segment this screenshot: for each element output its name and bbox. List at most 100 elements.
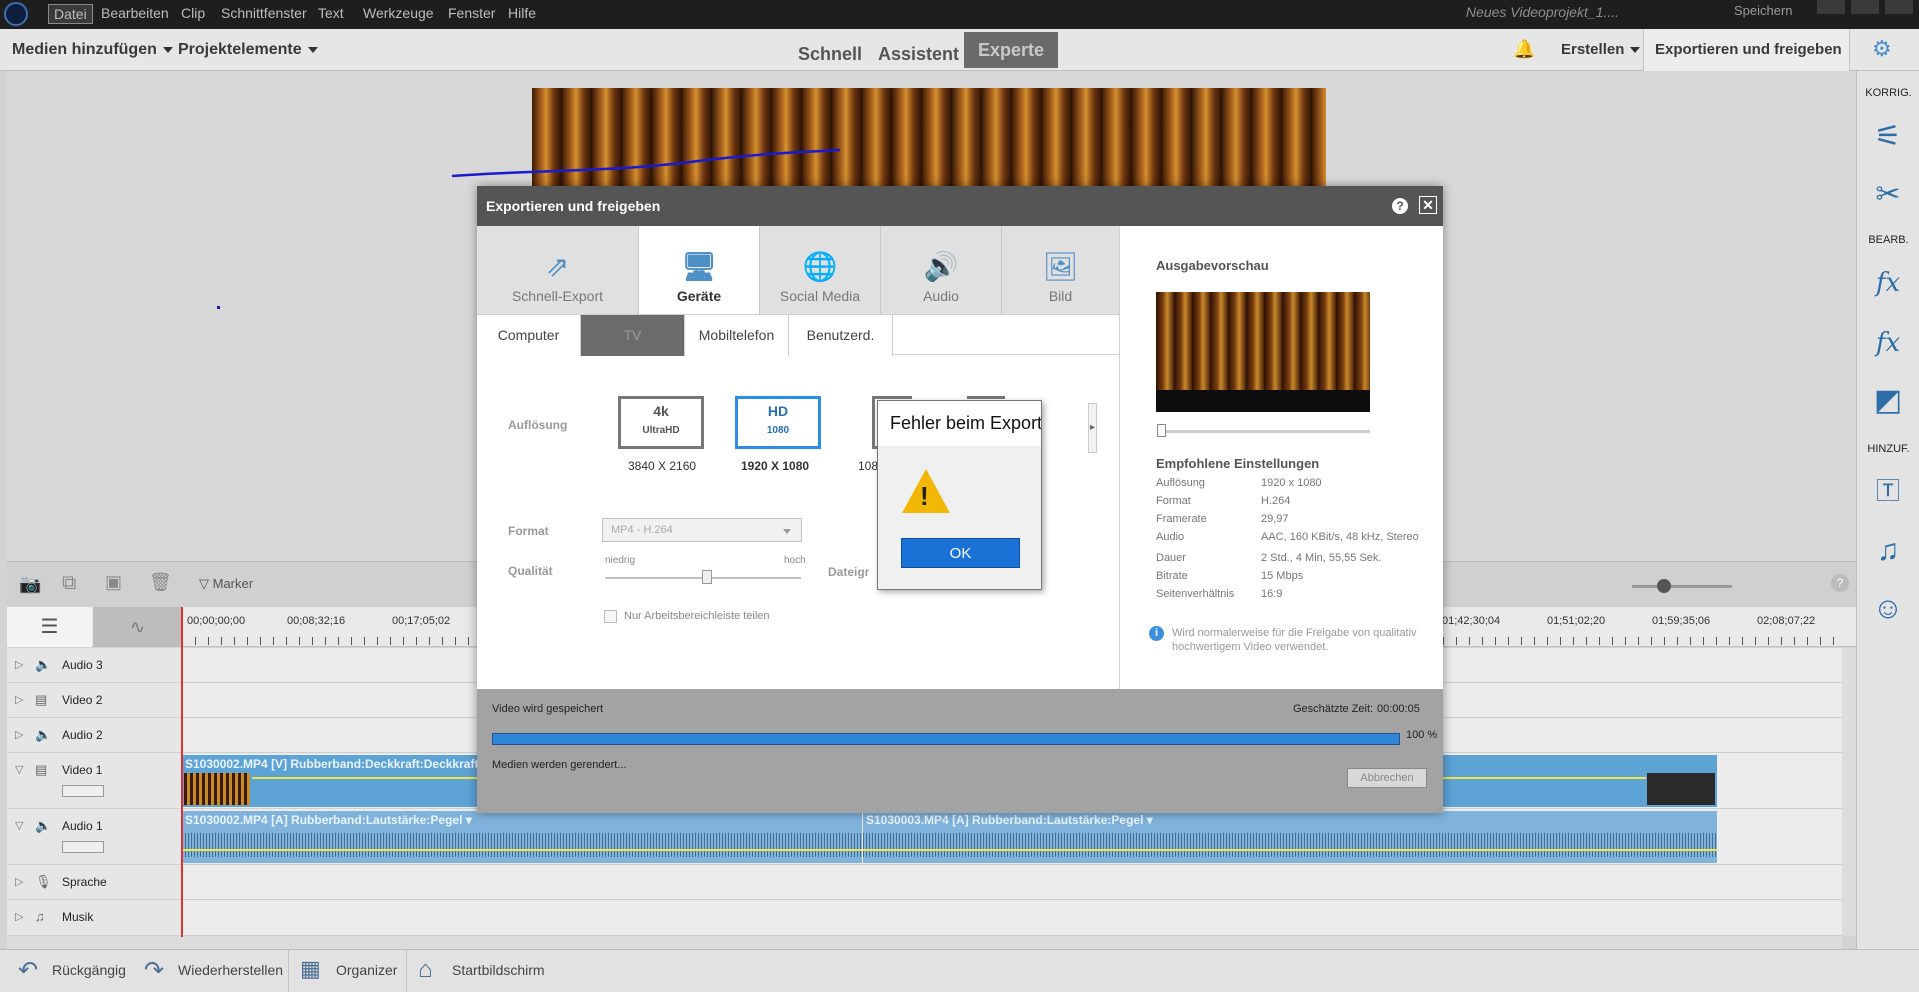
transitions-icon[interactable]: ◩ xyxy=(1870,383,1906,419)
effects-icon[interactable]: fx xyxy=(1870,325,1906,361)
tracks-view-icon[interactable]: ☰ xyxy=(7,607,92,647)
film-icon: ▤ xyxy=(35,762,48,777)
marker-dropdown[interactable]: ▽ Marker xyxy=(199,576,253,592)
speaker-icon: 🔈 xyxy=(35,657,52,672)
audio-clip[interactable]: S1030003.MP4 [A] Rubberband:Lautstärke:P… xyxy=(863,811,1717,863)
menu-werkzeuge[interactable]: Werkzeuge xyxy=(358,4,439,22)
subtab-tv[interactable]: TV xyxy=(581,315,685,356)
collapse-icon[interactable]: ▽ xyxy=(15,819,23,832)
bell-icon[interactable]: 🔔 xyxy=(1513,39,1535,60)
timeline-vertical-scrollbar[interactable] xyxy=(1842,648,1856,936)
cancel-button[interactable]: Abbrechen xyxy=(1347,768,1427,788)
menu-datei[interactable]: Datei xyxy=(48,4,93,24)
title-text-icon[interactable]: 🅃 xyxy=(1870,474,1906,510)
device-subtabs: Computer TV Mobiltelefon Benutzerd. xyxy=(477,314,1119,356)
export-share-button[interactable]: Exportieren und freigeben xyxy=(1643,29,1850,71)
keyframe-nav[interactable] xyxy=(62,841,104,853)
camera-icon[interactable]: 📷 xyxy=(19,574,41,595)
subtab-mobiltelefon[interactable]: Mobiltelefon xyxy=(685,315,789,356)
tab-social-media[interactable]: 🌐 Social Media xyxy=(760,226,881,314)
track-musik: ▷ ♫ Musik xyxy=(7,900,1842,936)
project-elements-button[interactable]: Projektelemente xyxy=(178,41,318,59)
redo-icon[interactable]: ↷ xyxy=(144,956,164,985)
playhead[interactable] xyxy=(181,607,183,937)
close-icon[interactable]: ✕ xyxy=(1419,196,1437,214)
minimize-button[interactable] xyxy=(1817,0,1845,14)
track-sprache: ▷ 🎙 Sprache xyxy=(7,865,1842,900)
music-icon[interactable]: ♫ xyxy=(1870,533,1906,569)
resolution-4k[interactable]: 4k UltraHD xyxy=(618,396,704,449)
save-button[interactable]: Speichern xyxy=(1734,3,1793,18)
tab-audio[interactable]: 🔊 Audio xyxy=(881,226,1002,314)
gear-icon[interactable]: ⚙ xyxy=(1872,36,1892,62)
timeline-horizontal-scrollbar[interactable] xyxy=(7,936,1842,949)
tools-icon[interactable]: ✂ xyxy=(1870,177,1906,213)
redo-button[interactable]: Wiederherstellen xyxy=(178,962,283,978)
marker-label: Marker xyxy=(212,576,254,591)
scroll-right-icon[interactable]: ▸ xyxy=(1088,403,1097,453)
dialog-titlebar: Exportieren und freigeben ? ✕ xyxy=(477,186,1443,226)
expand-icon[interactable]: ▷ xyxy=(15,910,23,923)
home-button[interactable]: Startbildschirm xyxy=(452,962,545,978)
adjust-sliders-icon[interactable]: ⚟ xyxy=(1870,119,1906,155)
track-name: Audio 1 xyxy=(62,819,103,833)
help-icon[interactable]: ? xyxy=(1831,574,1849,592)
effects-edit-icon[interactable]: fx xyxy=(1870,265,1906,301)
resolution-hd[interactable]: HD 1080 xyxy=(735,396,821,449)
format-select[interactable]: MP4 - H.264 xyxy=(602,518,802,542)
tab-label: Bild xyxy=(1048,288,1073,304)
rubberband-line[interactable] xyxy=(182,849,862,851)
menu-bearbeiten[interactable]: Bearbeiten xyxy=(96,4,174,22)
audio-clip[interactable]: S1030002.MP4 [A] Rubberband:Lautstärke:P… xyxy=(182,811,862,863)
expand-icon[interactable]: ▷ xyxy=(15,875,23,888)
menu-schnittfenster[interactable]: Schnittfenster xyxy=(216,4,312,22)
workarea-checkbox[interactable] xyxy=(604,610,617,623)
annotation-dot xyxy=(217,306,220,309)
undo-button[interactable]: Rückgängig xyxy=(52,962,126,978)
help-icon[interactable]: ? xyxy=(1392,198,1408,214)
collapse-icon[interactable]: ▽ xyxy=(15,763,23,776)
add-media-button[interactable]: Medien hinzufügen xyxy=(12,41,173,59)
organizer-button[interactable]: Organizer xyxy=(336,962,397,978)
tab-schnell-export[interactable]: ⇗ Schnell-Export xyxy=(477,226,639,314)
zoom-slider-thumb[interactable] xyxy=(1657,579,1671,593)
maximize-button[interactable] xyxy=(1851,0,1879,14)
close-window-button[interactable] xyxy=(1885,0,1913,14)
tab-bild[interactable]: 🖼 Bild xyxy=(1002,226,1119,314)
keyframe-nav[interactable] xyxy=(62,785,104,797)
image-icon: 🖼 xyxy=(1042,251,1079,282)
zoom-slider[interactable] xyxy=(1632,585,1732,588)
create-button[interactable]: Erstellen xyxy=(1561,41,1641,58)
organizer-icon[interactable]: ▦ xyxy=(300,956,321,982)
menu-clip[interactable]: Clip xyxy=(176,4,210,22)
preview-scrubber-thumb[interactable] xyxy=(1157,424,1166,437)
home-icon[interactable]: ⌂ xyxy=(418,956,433,984)
smiley-icon[interactable]: ☺ xyxy=(1870,591,1906,627)
preview-scrubber[interactable] xyxy=(1160,430,1370,433)
expand-icon[interactable]: ▷ xyxy=(15,728,23,741)
mode-assistent[interactable]: Assistent xyxy=(864,37,973,71)
mode-experte[interactable]: Experte xyxy=(964,32,1059,68)
chevron-down-icon xyxy=(1630,47,1641,54)
menu-text[interactable]: Text xyxy=(313,4,349,22)
waveform-view-icon[interactable]: ∿ xyxy=(93,607,182,647)
audio-waveform xyxy=(863,833,1717,857)
expand-icon[interactable]: ▷ xyxy=(15,693,23,706)
save-frame-icon[interactable]: ▣ xyxy=(105,572,122,593)
setting-key: Format xyxy=(1156,495,1191,507)
crop-icon[interactable]: ⧉ xyxy=(62,572,76,595)
menu-fenster[interactable]: Fenster xyxy=(443,4,500,22)
expand-icon[interactable]: ▷ xyxy=(15,658,23,671)
trash-icon[interactable]: 🗑 xyxy=(149,572,172,593)
quality-slider-thumb[interactable] xyxy=(702,570,712,584)
subtab-computer[interactable]: Computer xyxy=(477,315,581,356)
menu-hilfe[interactable]: Hilfe xyxy=(503,4,541,22)
setting-key: Bitrate xyxy=(1156,570,1188,582)
chevron-down-icon xyxy=(307,46,318,53)
tab-geraete[interactable]: 🖥 Geräte xyxy=(639,226,760,314)
rubberband-line[interactable] xyxy=(863,849,1717,851)
ok-button[interactable]: OK xyxy=(901,538,1020,568)
undo-icon[interactable]: ↶ xyxy=(18,956,38,985)
mode-schnell[interactable]: Schnell xyxy=(784,37,876,71)
subtab-benutzerd[interactable]: Benutzerd. xyxy=(789,315,893,356)
